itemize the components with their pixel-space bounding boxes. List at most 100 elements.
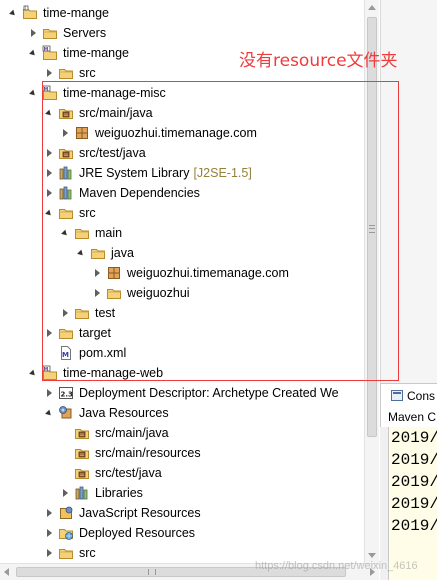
folder-icon [74,305,90,321]
watermark: https://blog.csdn.net/weixin_4616 [255,560,418,572]
package-icon [74,125,90,141]
svg-text:J: J [24,6,26,11]
tab-console[interactable]: Cons [380,383,437,407]
expanded-arrow-icon[interactable] [44,108,54,118]
tree-item[interactable]: java [76,243,134,263]
tree-item[interactable]: target [44,323,111,343]
collapsed-arrow-icon[interactable] [60,128,70,138]
tree-item-label: Deployment Descriptor: Archetype Created… [79,386,339,400]
expanded-arrow-icon[interactable] [8,8,18,18]
collapsed-arrow-icon[interactable] [44,188,54,198]
tree-item-label: time-mange [63,46,129,60]
tree-item-label: src/test/java [95,466,162,480]
tree-item[interactable]: M J time-manage-web [28,363,163,383]
tree-item[interactable]: M J time-manage-misc [28,83,166,103]
source-folder-icon [58,145,74,161]
tree-item[interactable]: JRE System Library [J2SE-1.5] [44,163,252,183]
tree-item[interactable]: src/main/resources [60,443,201,463]
tree-item[interactable]: main [60,223,122,243]
maven-project-icon: MJ [42,365,58,381]
tree-item[interactable]: weiguozhui.timemanage.com [92,263,289,283]
expanded-arrow-icon[interactable] [28,88,38,98]
deployment-descriptor-icon: 2.3 [58,385,74,401]
tree-item[interactable]: src/main/java [44,103,153,123]
tree-item-label: src [79,66,96,80]
scroll-down-arrow-icon[interactable] [368,553,376,558]
collapsed-arrow-icon[interactable] [60,308,70,318]
tree-item[interactable]: Mpom.xml [44,343,126,363]
source-folder-icon [74,465,90,481]
collapsed-arrow-icon[interactable] [44,508,54,518]
console-panel: Cons Maven C 2019/2019/2019/2019/2019/ [380,0,437,580]
collapsed-arrow-icon[interactable] [44,548,54,558]
tree-item[interactable]: M J time-mange [28,43,129,63]
tree-item-label: test [95,306,116,320]
package-icon [106,265,122,281]
expanded-arrow-icon[interactable] [60,228,70,238]
folder-icon [74,225,90,241]
tree-item[interactable]: Libraries [60,483,143,503]
tree-item[interactable]: Maven Dependencies [44,183,200,203]
tree-item-label: src [79,546,96,560]
tree-item[interactable]: Java Resources [44,403,169,423]
tree-item[interactable]: 2.3 Deployment Descriptor: Archetype Crea… [44,383,339,403]
tree-item-label: JavaScript Resources [79,506,201,520]
tree-item[interactable]: src/test/java [60,463,162,483]
tree-item[interactable]: src [44,203,96,223]
tree-item[interactable]: src [44,543,96,563]
vertical-scrollbar[interactable] [364,0,379,563]
collapsed-arrow-icon[interactable] [44,148,54,158]
collapsed-arrow-icon[interactable] [92,288,102,298]
tree-item-label: src [79,206,96,220]
xml-file-icon: M [58,345,74,361]
collapsed-arrow-icon[interactable] [44,68,54,78]
maven-project-icon: MJ [42,45,58,61]
deployed-resources-icon [58,525,74,541]
collapsed-arrow-icon[interactable] [44,388,54,398]
expanded-arrow-icon[interactable] [44,408,54,418]
tree-item[interactable]: Servers [28,23,106,43]
expanded-arrow-icon[interactable] [76,248,86,258]
collapsed-arrow-icon[interactable] [60,488,70,498]
svg-text:J: J [46,46,48,52]
tree-item[interactable]: src/test/java [44,143,146,163]
tree-item[interactable]: weiguozhui.timemanage.com [60,123,257,143]
tree-item-label: java [111,246,134,260]
tree-item[interactable]: weiguozhui [92,283,190,303]
tree-item-label: src/main/java [95,426,169,440]
tree-item-label: weiguozhui.timemanage.com [127,266,289,280]
folder-icon [90,245,106,261]
tree-item[interactable]: test [60,303,115,323]
svg-text:J: J [46,86,48,92]
console-output[interactable]: 2019/2019/2019/2019/2019/ [388,427,437,580]
console-line: 2019/ [391,473,437,491]
expanded-arrow-icon[interactable] [44,208,54,218]
scroll-left-arrow-icon[interactable] [4,568,9,576]
expanded-arrow-icon[interactable] [28,368,38,378]
tree-item[interactable]: JavaScript Resources [44,503,201,523]
tree-item-label: time-manage-web [63,366,164,380]
folder-icon [58,65,74,81]
tree-item[interactable]: Deployed Resources [44,523,195,543]
tree-item-label: src/main/resources [95,446,201,460]
svg-text:J: J [46,366,48,372]
tree-item-label: Libraries [95,486,143,500]
collapsed-arrow-icon[interactable] [44,168,54,178]
scroll-up-arrow-icon[interactable] [368,5,376,10]
scroll-grip-icon [369,225,375,233]
tree-item[interactable]: src [44,63,96,83]
collapsed-arrow-icon[interactable] [44,328,54,338]
console-header: Maven C [380,407,437,427]
tree-item[interactable]: src/main/java [60,423,169,443]
library-icon [58,185,74,201]
tree-item[interactable]: Jtime-mange [8,3,109,23]
collapsed-arrow-icon[interactable] [44,528,54,538]
svg-text:2.3: 2.3 [61,391,74,399]
collapsed-arrow-icon[interactable] [92,268,102,278]
source-folder-icon [74,445,90,461]
collapsed-arrow-icon[interactable] [28,28,38,38]
console-line: 2019/ [391,451,437,469]
expanded-arrow-icon[interactable] [28,48,38,58]
tree-item-label: src/test/java [79,146,146,160]
tree-item-label: src/main/java [79,106,153,120]
